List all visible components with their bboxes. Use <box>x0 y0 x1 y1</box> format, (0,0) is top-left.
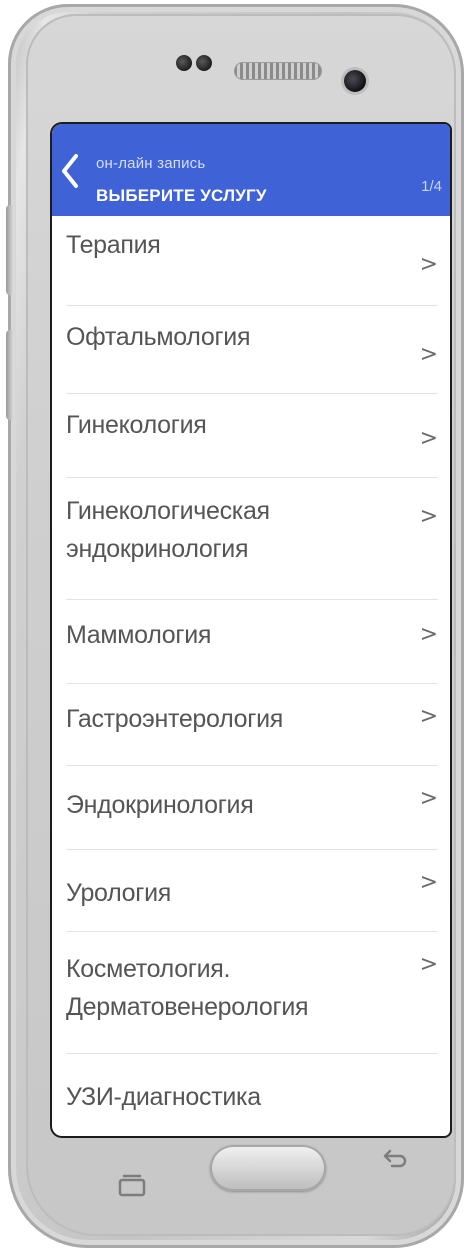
service-item[interactable]: Гинекология > <box>52 394 450 478</box>
service-list: Терапия > Офтальмология > Гинекология > … <box>52 216 450 1114</box>
app-header: он-лайн запись ВЫБЕРИТЕ УСЛУГУ 1/4 <box>52 124 450 216</box>
service-item[interactable]: Гинекологическая эндокринология > <box>52 478 450 600</box>
header-subtitle: он-лайн запись <box>96 155 206 172</box>
recent-apps-icon <box>118 1174 146 1197</box>
service-item-label: Косметология. Дерматовенерология <box>66 955 309 1021</box>
service-item-label: Маммология <box>66 621 212 649</box>
device-stage: он-лайн запись ВЫБЕРИТЕ УСЛУГУ 1/4 Терап… <box>0 0 468 1254</box>
recent-apps-key[interactable] <box>115 1173 149 1197</box>
chevron-right-icon: > <box>419 252 438 277</box>
chevron-right-icon: > <box>419 870 438 895</box>
system-back-key[interactable] <box>380 1148 410 1172</box>
service-item[interactable]: Терапия > <box>52 216 450 306</box>
chevron-right-icon: > <box>419 504 438 529</box>
service-item[interactable]: Гастроэнтерология > <box>52 684 450 766</box>
service-item[interactable]: Офтальмология > <box>52 306 450 394</box>
chevron-right-icon: > <box>419 622 438 647</box>
service-item-label: Гинекология <box>66 411 207 439</box>
service-item-label: Гастроэнтерология <box>66 705 283 733</box>
service-item-label: Терапия <box>66 231 161 259</box>
volume-down-key[interactable] <box>6 330 14 420</box>
front-camera <box>344 70 366 92</box>
service-item[interactable]: Косметология. Дерматовенерология > <box>52 932 450 1054</box>
service-item-label: Офтальмология <box>66 323 251 351</box>
service-item-label: Урология <box>66 879 172 907</box>
chevron-right-icon: > <box>419 342 438 367</box>
home-button[interactable] <box>210 1145 326 1191</box>
page-title: ВЫБЕРИТЕ УСЛУГУ <box>96 186 267 205</box>
service-item[interactable]: Маммология > <box>52 600 450 684</box>
chevron-right-icon: > <box>419 952 438 977</box>
system-back-icon <box>383 1149 407 1168</box>
light-sensor <box>196 55 212 71</box>
service-item[interactable]: УЗИ-диагностика <box>52 1054 450 1114</box>
step-indicator: 1/4 <box>421 178 442 195</box>
proximity-sensor <box>176 55 192 71</box>
service-item[interactable]: Урология > <box>52 850 450 932</box>
service-item-label: Гинекологическая эндокринология <box>66 497 270 563</box>
service-item-label: УЗИ-диагностика <box>66 1083 261 1111</box>
volume-up-key[interactable] <box>6 205 14 295</box>
back-button[interactable] <box>56 148 86 194</box>
app-screen: он-лайн запись ВЫБЕРИТЕ УСЛУГУ 1/4 Терап… <box>52 124 450 1136</box>
service-item[interactable]: Эндокринология > <box>52 766 450 850</box>
chevron-right-icon: > <box>419 426 438 451</box>
chevron-left-icon <box>62 154 78 188</box>
earpiece-speaker <box>234 62 322 80</box>
chevron-right-icon: > <box>419 786 438 811</box>
chevron-right-icon: > <box>419 704 438 729</box>
service-item-label: Эндокринология <box>66 791 254 819</box>
